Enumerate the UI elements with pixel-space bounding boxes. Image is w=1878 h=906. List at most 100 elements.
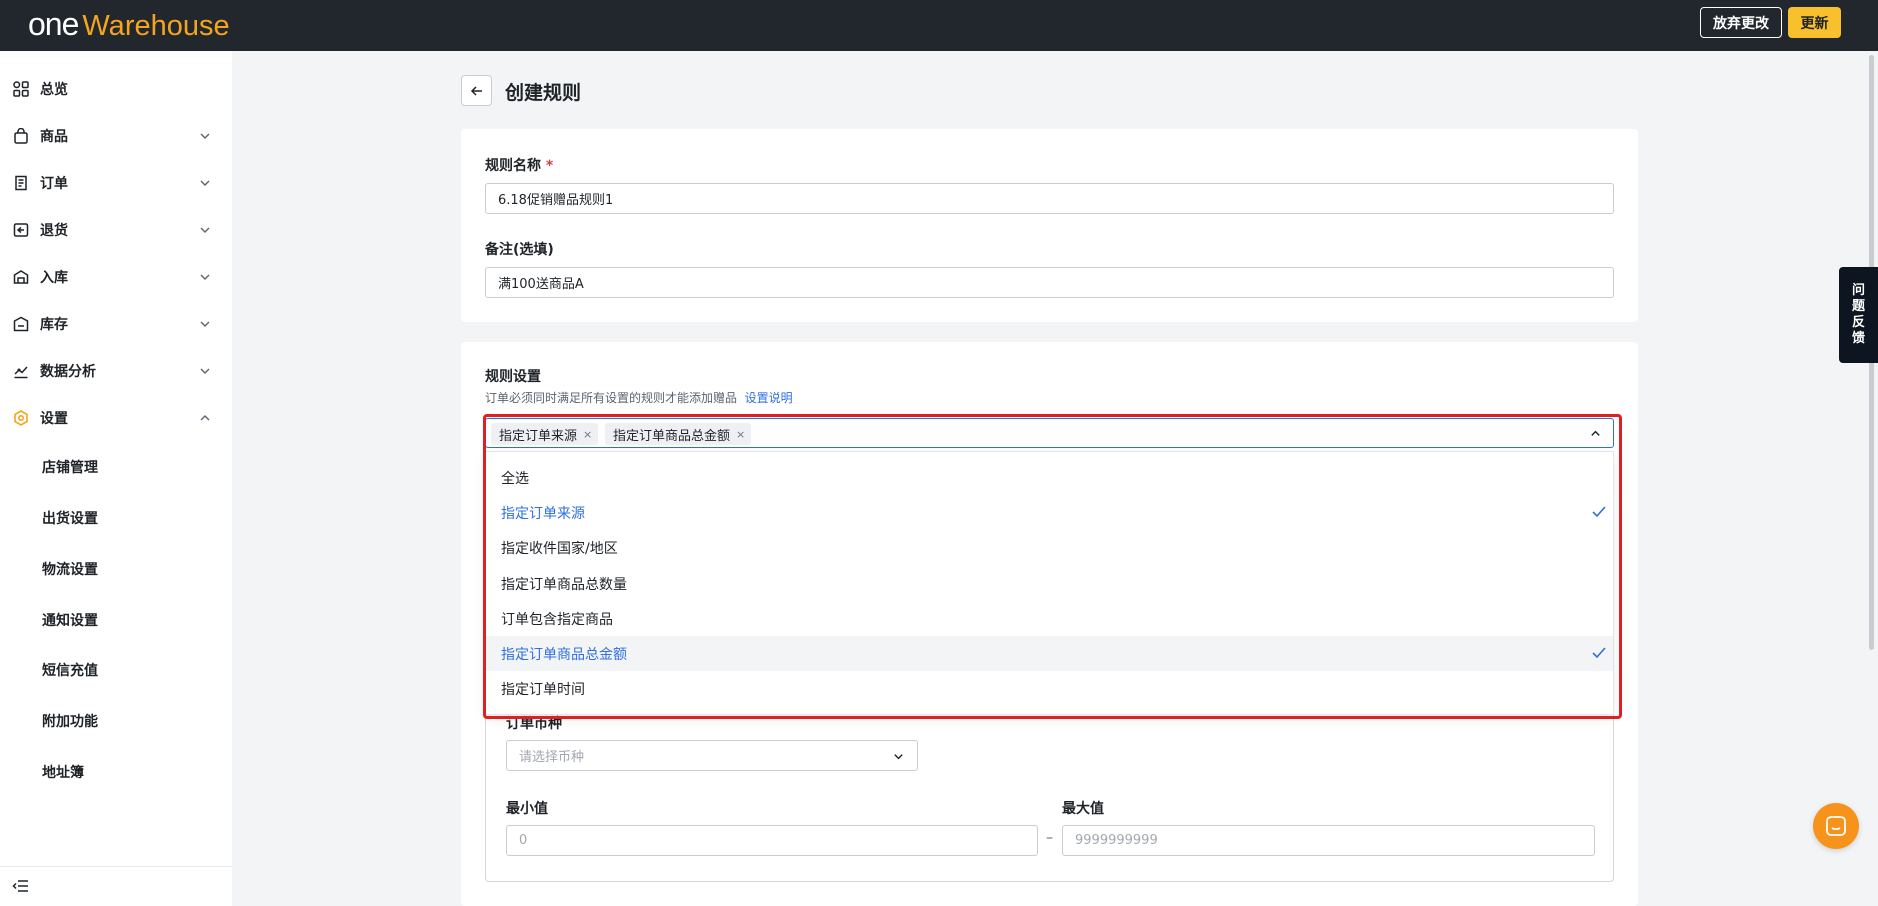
dropdown-option-select-all[interactable]: 全选	[486, 460, 1613, 495]
sidebar-subitem-label: 出货设置	[42, 511, 98, 527]
rule-settings-heading: 规则设置	[485, 369, 541, 385]
sidebar-subitem-label: 物流设置	[42, 562, 98, 578]
option-label: 指定订单时间	[501, 681, 585, 698]
sidebar-item-settings[interactable]: 设置	[0, 398, 232, 438]
sidebar-item-products[interactable]: 商品	[0, 116, 232, 156]
back-button[interactable]	[461, 75, 492, 106]
chat-icon	[1826, 816, 1846, 836]
feedback-tab[interactable]: 问 题 反 馈	[1839, 267, 1878, 363]
rule-name-label-text: 规则名称	[485, 158, 541, 174]
app-logo[interactable]: one Warehouse	[28, 6, 230, 44]
rule-name-input[interactable]: 6.18促销赠品规则1	[485, 183, 1614, 214]
sidebar-item-orders[interactable]: 订单	[0, 163, 232, 203]
checkmark-icon	[1592, 647, 1606, 659]
chevron-down-icon	[200, 227, 210, 233]
tag-remove-icon[interactable]: ×	[583, 428, 592, 441]
chevron-down-icon	[200, 274, 210, 280]
tag-label: 指定订单商品总金额	[613, 428, 731, 444]
feedback-char: 题	[1851, 299, 1865, 314]
chevron-down-icon	[200, 368, 210, 374]
discard-changes-button[interactable]: 放弃更改	[1700, 7, 1782, 38]
page-title: 创建规则	[505, 82, 582, 104]
sidebar-item-label: 设置	[40, 411, 68, 427]
max-value-label: 最大值	[1062, 801, 1104, 817]
logo-one: one	[28, 6, 79, 42]
sidebar-subitem-shipping-settings[interactable]: 出货设置	[0, 498, 232, 538]
selected-tag: 指定订单来源 ×	[491, 423, 599, 445]
rule-type-dropdown: 全选 指定订单来源 指定收件国家/地区 指定订单商品总数量 订单包含指定商品 指…	[485, 451, 1614, 715]
product-bag-icon	[12, 127, 30, 145]
sidebar-subitem-label: 短信充值	[42, 663, 98, 679]
tag-remove-icon[interactable]: ×	[736, 428, 745, 441]
chevron-down-icon	[200, 133, 210, 139]
option-label: 订单包含指定商品	[501, 611, 613, 628]
selected-tag: 指定订单商品总金额 ×	[605, 423, 752, 445]
sidebar-item-analytics[interactable]: 数据分析	[0, 351, 232, 391]
sidebar-collapse-bar[interactable]	[0, 866, 232, 906]
sidebar-subitem-address-book[interactable]: 地址簿	[0, 752, 232, 792]
settings-hex-icon	[12, 409, 30, 427]
basic-info-card: 规则名称 * 6.18促销赠品规则1 备注(选填) 满100送商品A	[461, 129, 1638, 322]
dropdown-option[interactable]: 指定订单时间	[486, 671, 1613, 706]
dropdown-option[interactable]: 指定订单来源	[486, 495, 1613, 530]
logo-warehouse: Warehouse	[82, 10, 230, 42]
chevron-down-icon	[200, 321, 210, 327]
sidebar-item-label: 入库	[40, 270, 68, 286]
max-value-input[interactable]: 9999999999	[1062, 825, 1595, 856]
currency-label: 订单币种	[506, 716, 562, 732]
feedback-char: 反	[1851, 315, 1865, 330]
dashboard-icon	[12, 80, 30, 98]
note-input[interactable]: 满100送商品A	[485, 267, 1614, 298]
top-bar: one Warehouse 放弃更改 更新	[0, 0, 1878, 51]
sidebar-subitem-logistics-settings[interactable]: 物流设置	[0, 549, 232, 589]
collapse-menu-icon[interactable]	[12, 877, 30, 899]
chat-support-button[interactable]	[1813, 803, 1859, 849]
rule-name-label: 规则名称 *	[485, 155, 553, 175]
range-separator: –	[1046, 830, 1053, 846]
settings-guide-link[interactable]: 设置说明	[745, 391, 793, 405]
rule-settings-hint: 订单必须同时满足所有设置的规则才能添加赠品 设置说明	[485, 389, 793, 406]
analytics-icon	[12, 362, 30, 380]
sidebar-item-label: 商品	[40, 129, 68, 145]
min-value-input[interactable]: 0	[506, 825, 1038, 856]
sidebar-item-label: 数据分析	[40, 364, 96, 380]
currency-select[interactable]: 请选择币种	[506, 740, 918, 771]
sidebar-item-label: 退货	[40, 223, 68, 239]
sidebar-item-label: 库存	[40, 317, 68, 333]
option-label: 指定订单商品总金额	[501, 646, 627, 663]
option-label: 指定收件国家/地区	[501, 540, 618, 557]
sidebar-subitem-label: 店铺管理	[42, 460, 98, 476]
sidebar-subitem-addons[interactable]: 附加功能	[0, 701, 232, 741]
sidebar-subitem-label: 通知设置	[42, 613, 98, 629]
note-label: 备注(选填)	[485, 242, 554, 258]
option-label: 指定订单商品总数量	[501, 576, 627, 593]
inbound-icon	[12, 268, 30, 286]
dropdown-option[interactable]: 指定收件国家/地区	[486, 530, 1613, 565]
sidebar-item-returns[interactable]: 退货	[0, 210, 232, 250]
chevron-up-icon	[200, 415, 210, 421]
tag-label: 指定订单来源	[499, 428, 578, 444]
sidebar-subitem-store-management[interactable]: 店铺管理	[0, 447, 232, 487]
sidebar-item-overview[interactable]: 总览	[0, 69, 232, 109]
dropdown-option[interactable]: 指定订单商品总金额	[486, 636, 1613, 671]
sidebar-subitem-notification-settings[interactable]: 通知设置	[0, 600, 232, 640]
return-icon	[12, 221, 30, 239]
sidebar-subitem-sms-topup[interactable]: 短信充值	[0, 650, 232, 690]
option-label: 指定订单来源	[501, 505, 585, 522]
dropdown-option[interactable]: 指定订单商品总数量	[486, 566, 1613, 601]
rule-type-multiselect[interactable]: 指定订单来源 × 指定订单商品总金额 ×	[485, 418, 1614, 448]
sidebar-subitem-label: 地址簿	[42, 765, 84, 781]
hint-text: 订单必须同时满足所有设置的规则才能添加赠品	[485, 391, 738, 405]
feedback-char: 馈	[1851, 331, 1865, 346]
option-label: 全选	[501, 470, 529, 487]
order-icon	[12, 174, 30, 192]
dropdown-option[interactable]: 订单包含指定商品	[486, 601, 1613, 636]
order-amount-rule-panel: 订单币种 请选择币种 最小值 0 – 最大值 9999999999	[485, 700, 1614, 882]
sidebar-item-inventory[interactable]: 库存	[0, 304, 232, 344]
sidebar-item-label: 总览	[40, 82, 68, 98]
sidebar-item-inbound[interactable]: 入库	[0, 257, 232, 297]
currency-placeholder: 请选择币种	[519, 750, 585, 765]
update-button[interactable]: 更新	[1788, 7, 1841, 38]
sidebar-item-label: 订单	[40, 176, 68, 192]
chevron-up-icon[interactable]	[1589, 427, 1602, 440]
